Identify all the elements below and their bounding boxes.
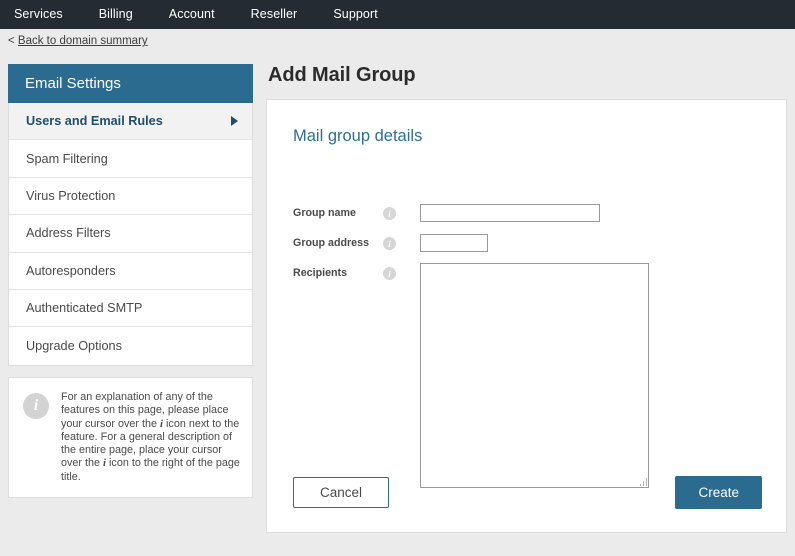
create-button[interactable]: Create [675, 476, 762, 509]
field-row-group-name: Group name i [293, 203, 763, 222]
group-address-control [420, 233, 488, 252]
sidebar-item-label: Spam Filtering [26, 151, 108, 166]
card-title: Mail group details [293, 127, 423, 145]
sidebar-header-email-settings[interactable]: Email Settings [8, 64, 253, 103]
caret-right-icon [231, 116, 238, 127]
form-actions: Cancel Create [293, 476, 762, 509]
page-bottom-strip [0, 547, 795, 556]
topnav-item-billing[interactable]: Billing [99, 0, 133, 29]
sidebar-item-authenticated-smtp[interactable]: Authenticated SMTP [9, 289, 252, 328]
sidebar-item-users-and-email-rules[interactable]: Users and Email Rules [9, 103, 252, 141]
sidebar-item-label: Upgrade Options [26, 339, 122, 354]
sidebar: Email Settings Users and Email Rules Spa… [8, 64, 253, 366]
field-row-group-address: Group address i [293, 233, 763, 252]
topnav-item-support[interactable]: Support [333, 0, 377, 29]
sidebar-menu-list: Users and Email Rules Spam Filtering Vir… [8, 103, 253, 366]
recipients-textarea-wrapper [420, 263, 649, 488]
breadcrumb-prefix: < [8, 35, 18, 47]
sidebar-item-upgrade-options[interactable]: Upgrade Options [9, 327, 252, 365]
cancel-button[interactable]: Cancel [293, 477, 390, 508]
sidebar-item-label: Virus Protection [26, 188, 116, 203]
back-to-domain-summary-link[interactable]: Back to domain summary [18, 35, 148, 47]
top-navigation-bar: Services Billing Account Reseller Suppor… [0, 0, 795, 29]
recipients-control [420, 263, 649, 488]
topnav-item-services[interactable]: Services [14, 0, 63, 29]
recipients-label: Recipients [293, 267, 348, 279]
group-name-input[interactable] [420, 204, 600, 222]
sidebar-help-text: For an explanation of any of the feature… [61, 391, 240, 484]
group-address-label: Group address [293, 237, 370, 249]
sidebar-item-label: Users and Email Rules [26, 114, 163, 129]
sidebar-item-label: Address Filters [26, 226, 111, 241]
sidebar-item-label: Authenticated SMTP [26, 301, 143, 316]
sidebar-item-address-filters[interactable]: Address Filters [9, 215, 252, 253]
group-name-control [420, 203, 600, 222]
main-content: Add Mail Group Mail group details Group … [266, 64, 787, 533]
sidebar-item-spam-filtering[interactable]: Spam Filtering [9, 140, 252, 178]
add-mail-group-form: Group name i Group address i Recipients … [293, 203, 763, 499]
recipients-textarea[interactable] [420, 263, 649, 488]
info-icon[interactable]: i [383, 267, 396, 280]
field-row-recipients: Recipients i [293, 263, 763, 488]
breadcrumb-bar: < Back to domain summary [0, 29, 795, 58]
info-icon: i [23, 393, 49, 419]
breadcrumb: < Back to domain summary [8, 35, 148, 47]
mail-group-details-card: Mail group details Group name i Group ad… [266, 99, 787, 533]
group-name-label: Group name [293, 207, 356, 219]
sidebar-help-box: i For an explanation of any of the featu… [8, 377, 253, 499]
page-title: Add Mail Group [268, 64, 416, 86]
sidebar-item-virus-protection[interactable]: Virus Protection [9, 177, 252, 216]
sidebar-item-label: Autoresponders [26, 263, 116, 278]
group-address-input[interactable] [420, 234, 488, 252]
topnav-item-reseller[interactable]: Reseller [251, 0, 298, 29]
topnav-item-account[interactable]: Account [169, 0, 215, 29]
sidebar-item-autoresponders[interactable]: Autoresponders [9, 252, 252, 290]
info-icon[interactable]: i [383, 207, 396, 220]
app-root: Services Billing Account Reseller Suppor… [0, 0, 795, 556]
info-icon[interactable]: i [383, 237, 396, 250]
